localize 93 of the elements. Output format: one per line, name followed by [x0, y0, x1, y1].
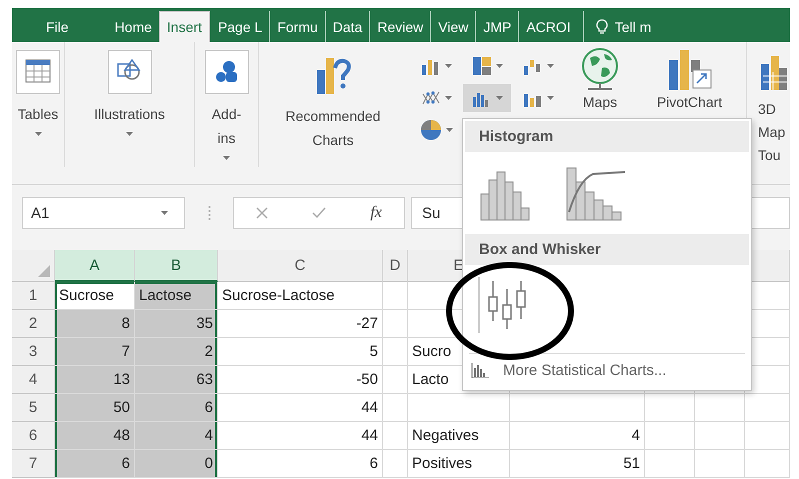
- row-header[interactable]: 6: [12, 422, 55, 450]
- illustrations-button[interactable]: Illustrations: [94, 42, 165, 136]
- spreadsheet-cell[interactable]: 13: [55, 366, 135, 394]
- spreadsheet-cell[interactable]: [745, 450, 790, 478]
- column-header[interactable]: D: [383, 250, 408, 282]
- spreadsheet-cell[interactable]: [383, 422, 408, 450]
- spreadsheet-cell[interactable]: 44: [218, 422, 383, 450]
- ribbon-tab[interactable]: File: [12, 11, 107, 42]
- row-header[interactable]: 3: [12, 338, 55, 366]
- insert-function-button[interactable]: fx: [370, 204, 382, 222]
- spreadsheet-cell[interactable]: 6: [218, 450, 383, 478]
- spreadsheet-cell[interactable]: Negatives: [408, 422, 510, 450]
- table-icon: [16, 50, 60, 94]
- 3d-map-button[interactable]: 3D Map Tou: [758, 42, 790, 167]
- menu-section-title: Box and Whisker: [465, 234, 749, 265]
- spreadsheet-cell[interactable]: 6: [135, 394, 218, 422]
- spreadsheet-cell[interactable]: [383, 282, 408, 310]
- spreadsheet-cell[interactable]: Sucrose-Lactose: [218, 282, 383, 310]
- treemap-icon: [472, 56, 492, 76]
- spreadsheet-cell[interactable]: 35: [135, 310, 218, 338]
- row-header[interactable]: 1: [12, 282, 55, 310]
- caret-icon: [161, 211, 168, 215]
- spreadsheet-cell[interactable]: [383, 450, 408, 478]
- spreadsheet-cell[interactable]: Lactose: [135, 282, 218, 310]
- spreadsheet-cell[interactable]: [383, 310, 408, 338]
- spreadsheet-cell[interactable]: [383, 366, 408, 394]
- spreadsheet-cell[interactable]: [645, 394, 695, 422]
- name-box[interactable]: A1: [22, 197, 185, 229]
- spreadsheet-cell[interactable]: 4: [135, 422, 218, 450]
- caret-icon: [546, 96, 554, 100]
- row-header[interactable]: 4: [12, 366, 55, 394]
- shapes-icon: [108, 50, 152, 94]
- spreadsheet-cell[interactable]: Sucrose: [55, 282, 135, 310]
- pivotchart-button[interactable]: PivotChart: [656, 42, 722, 111]
- caret-icon: [446, 128, 452, 132]
- spreadsheet-cell[interactable]: [695, 422, 745, 450]
- spreadsheet-cell[interactable]: 7: [55, 338, 135, 366]
- spreadsheet-cell[interactable]: [645, 422, 695, 450]
- spreadsheet-cell[interactable]: 51: [510, 450, 645, 478]
- spreadsheet-cell[interactable]: -27: [218, 310, 383, 338]
- menu-section-title: Histogram: [465, 121, 749, 152]
- spreadsheet-cell[interactable]: [745, 422, 790, 450]
- spreadsheet-cell[interactable]: [695, 394, 745, 422]
- row-header[interactable]: 5: [12, 394, 55, 422]
- caret-icon: [126, 132, 133, 136]
- spreadsheet-cell[interactable]: 5: [218, 338, 383, 366]
- recommended-charts-button[interactable]: Recommended Charts: [278, 42, 388, 152]
- spreadsheet-cell[interactable]: -50: [218, 366, 383, 394]
- spreadsheet-cell[interactable]: [383, 338, 408, 366]
- column-header[interactable]: B: [135, 250, 218, 282]
- spreadsheet-cell[interactable]: [383, 394, 408, 422]
- caret-icon: [34, 132, 42, 136]
- spreadsheet-cell[interactable]: 48: [55, 422, 135, 450]
- ribbon-tab[interactable]: Page L: [210, 11, 270, 42]
- spreadsheet-cell[interactable]: 8: [55, 310, 135, 338]
- bubbles-icon: [204, 50, 248, 94]
- caret-icon: [546, 64, 554, 68]
- caret-icon: [444, 96, 452, 100]
- spreadsheet-cell[interactable]: 4: [510, 422, 645, 450]
- spreadsheet-cell[interactable]: 0: [135, 450, 218, 478]
- column-header[interactable]: C: [218, 250, 383, 282]
- column-chart-icon: [420, 57, 440, 75]
- maps-button[interactable]: Maps: [578, 42, 622, 111]
- add-ins-button[interactable]: Add-ins: [204, 42, 248, 160]
- spreadsheet-cell[interactable]: 50: [55, 394, 135, 422]
- column-header[interactable]: A: [55, 250, 135, 282]
- row-header[interactable]: 2: [12, 310, 55, 338]
- spreadsheet-cell[interactable]: 63: [135, 366, 218, 394]
- cancel-icon[interactable]: [256, 207, 268, 219]
- spreadsheet-cell[interactable]: Positives: [408, 450, 510, 478]
- caret-icon: [223, 156, 230, 160]
- caret-icon: [496, 64, 502, 68]
- spreadsheet-cell[interactable]: 44: [218, 394, 383, 422]
- spreadsheet-cell[interactable]: [408, 394, 510, 422]
- chart-type-button[interactable]: [463, 84, 511, 112]
- grip-icon: [208, 205, 210, 221]
- lightbulb-icon: [596, 18, 608, 34]
- spreadsheet-cell[interactable]: 6: [55, 450, 135, 478]
- tables-button[interactable]: Tables: [16, 42, 60, 136]
- spreadsheet-cell[interactable]: [645, 450, 695, 478]
- caret-icon: [444, 64, 452, 68]
- spreadsheet-cell[interactable]: [745, 394, 790, 422]
- chart-icon: [471, 363, 489, 378]
- spreadsheet-cell[interactable]: [510, 394, 645, 422]
- caret-icon: [496, 96, 502, 100]
- enter-icon[interactable]: [312, 207, 326, 219]
- spreadsheet-cell[interactable]: [695, 450, 745, 478]
- spreadsheet-cell[interactable]: 2: [135, 338, 218, 366]
- select-all-icon[interactable]: [38, 265, 50, 277]
- pie-chart-icon: [420, 119, 442, 141]
- ribbon-tab[interactable]: Insert: [158, 11, 210, 42]
- ribbon-tab[interactable]: Home: [106, 11, 159, 42]
- row-header[interactable]: 7: [12, 450, 55, 478]
